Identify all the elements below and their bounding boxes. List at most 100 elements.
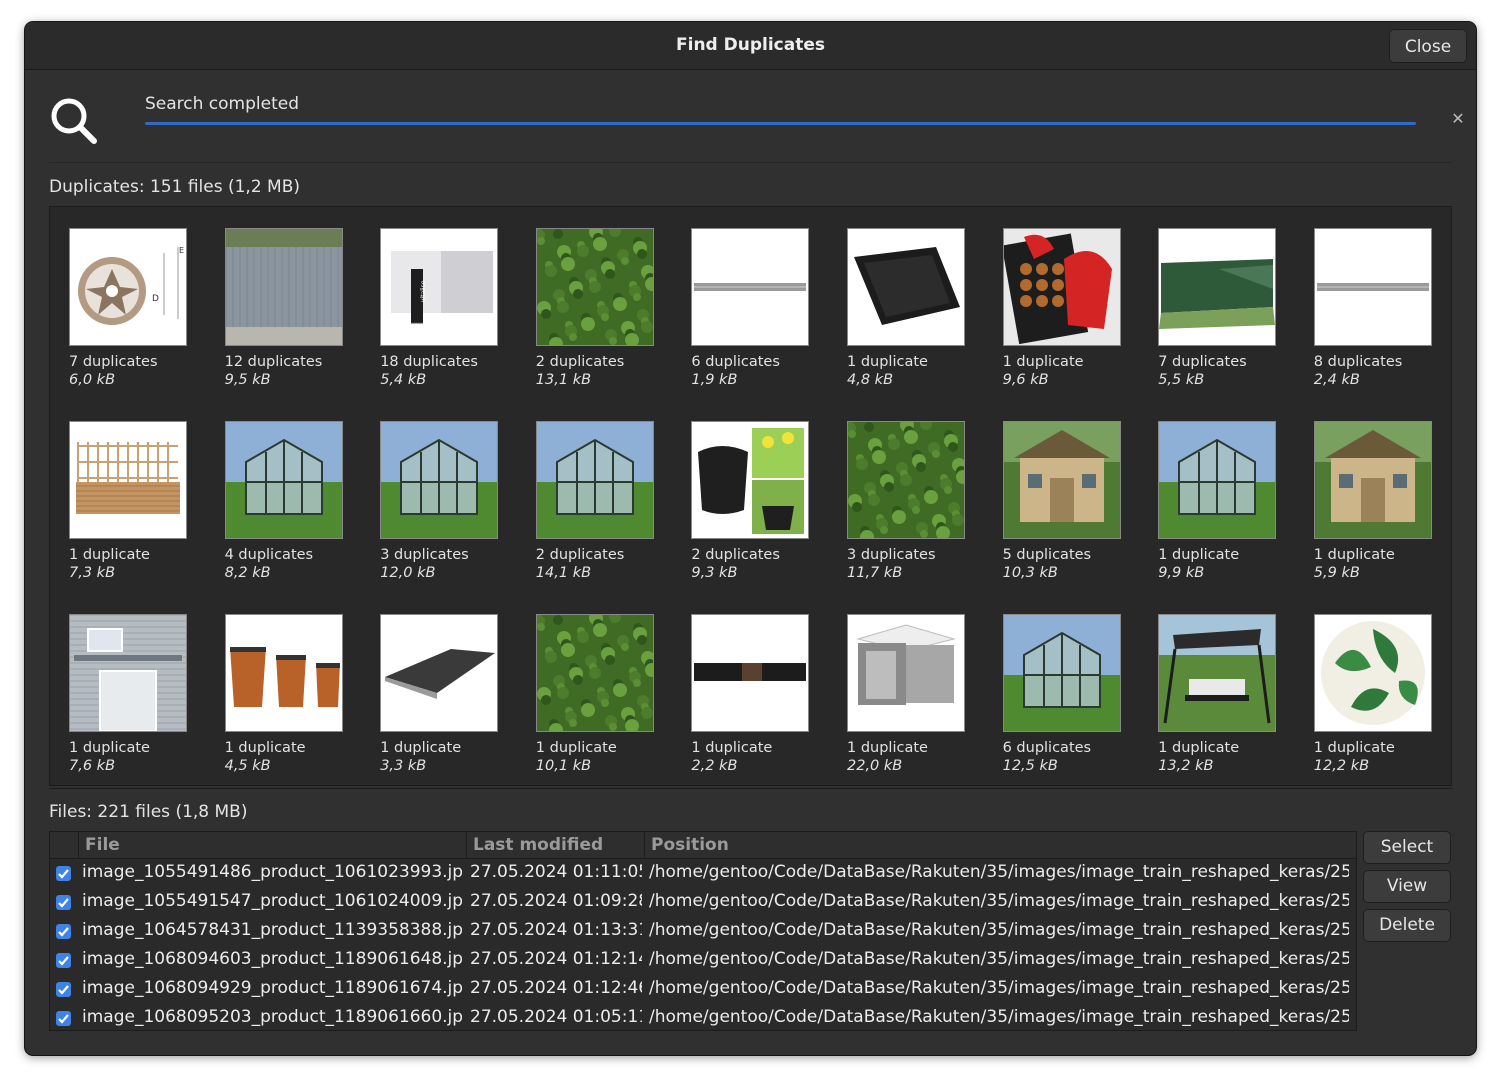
- duplicate-group-tile[interactable]: 2 duplicates 13,1 kB: [535, 228, 676, 388]
- thumbnail-image: [69, 614, 187, 732]
- column-header-last-modified[interactable]: Last modified: [466, 832, 644, 858]
- cell-file: image_1055491547_product_1061024009.jpg: [82, 891, 462, 911]
- duplicate-count: 1 duplicate: [691, 740, 773, 756]
- duplicate-count: 18 duplicates: [380, 354, 478, 370]
- thumbnail-image: [1002, 421, 1121, 539]
- table-row[interactable]: image_1068095203_product_1189061660.jpg 2…: [50, 1004, 1356, 1030]
- duplicate-group-tile[interactable]: 1 duplicate 4,8 kB: [847, 228, 987, 388]
- table-row[interactable]: image_1055491486_product_1061023993.jpg 2…: [50, 859, 1356, 888]
- file-size: 2,2 kB: [691, 758, 738, 774]
- file-size: 6,0 kB: [69, 372, 116, 388]
- column-header-file[interactable]: File: [78, 832, 466, 858]
- duplicate-count: 2 duplicates: [535, 547, 625, 563]
- duplicate-group-tile[interactable]: 1 duplicate 3,3 kB: [380, 614, 520, 774]
- find-duplicates-dialog: Find Duplicates Close Search completed ✕…: [25, 22, 1476, 1055]
- file-size: 12,5 kB: [1002, 758, 1058, 774]
- dialog-title: Find Duplicates: [676, 35, 825, 55]
- column-header-position[interactable]: Position: [644, 832, 1356, 858]
- file-size: 9,3 kB: [691, 565, 738, 581]
- table-row[interactable]: image_1064578431_product_1139358388.jpg 2…: [50, 917, 1356, 946]
- duplicates-grid: D E 7 duplicates 6,0 kB 12 duplicates 9,5 kB v…: [49, 206, 1452, 786]
- thumbnail-image: [1158, 421, 1277, 539]
- svg-text:E: E: [179, 246, 184, 255]
- duplicate-group-tile[interactable]: 1 duplicate 9,6 kB: [1002, 228, 1143, 388]
- cell-file: image_1068095203_product_1189061660.jpg: [82, 1007, 462, 1027]
- cell-modified: 27.05.2024 01:09:28: [470, 891, 642, 911]
- thumbnail-image: vitalise: [380, 228, 499, 346]
- file-size: 8,2 kB: [224, 565, 271, 581]
- duplicate-count: 6 duplicates: [691, 354, 780, 370]
- duplicate-group-tile[interactable]: 5 duplicates 10,3 kB: [1002, 421, 1143, 581]
- duplicate-group-tile[interactable]: 1 duplicate 13,2 kB: [1158, 614, 1298, 774]
- duplicate-count: 1 duplicate: [1002, 354, 1084, 370]
- duplicate-count: 8 duplicates: [1313, 354, 1403, 370]
- duplicate-group-tile[interactable]: 1 duplicate 2,2 kB: [691, 614, 831, 774]
- duplicate-group-tile[interactable]: 6 duplicates 12,5 kB: [1002, 614, 1143, 774]
- svg-text:D: D: [152, 294, 159, 304]
- table-row[interactable]: image_1068094603_product_1189061648.jpg 2…: [50, 946, 1356, 975]
- duplicate-group-tile[interactable]: 8 duplicates 2,4 kB: [1313, 228, 1454, 388]
- duplicate-group-tile[interactable]: 2 duplicates 14,1 kB: [535, 421, 676, 581]
- duplicate-group-tile[interactable]: 12 duplicates 9,5 kB: [224, 228, 365, 388]
- close-button[interactable]: Close: [1389, 29, 1467, 63]
- cell-position: /home/gentoo/Code/DataBase/Rakuten/35/im…: [649, 1007, 1349, 1027]
- duplicate-group-tile[interactable]: 1 duplicate 7,6 kB: [69, 614, 209, 774]
- duplicate-count: 2 duplicates: [535, 354, 625, 370]
- thumbnail-image: [847, 614, 965, 732]
- duplicate-group-tile[interactable]: 1 duplicate 4,5 kB: [224, 614, 365, 774]
- search-progress-bar: [145, 122, 1416, 125]
- thumbnail-image: [691, 228, 810, 346]
- table-row[interactable]: image_1068094929_product_1189061674.jpg 2…: [50, 975, 1356, 1004]
- table-row[interactable]: image_1055491547_product_1061024009.jpg 2…: [50, 888, 1356, 917]
- file-size: 10,1 kB: [535, 758, 592, 774]
- duplicate-group-tile[interactable]: 3 duplicates 11,7 kB: [847, 421, 987, 581]
- thumbnail-image: [224, 228, 343, 346]
- duplicate-count: 1 duplicate: [1158, 740, 1240, 756]
- duplicate-count: 7 duplicates: [69, 354, 158, 370]
- select-button[interactable]: Select: [1363, 831, 1451, 864]
- duplicate-count: 2 duplicates: [691, 547, 780, 563]
- thumbnail-image: [380, 614, 499, 732]
- file-size: 4,5 kB: [224, 758, 271, 774]
- thumbnail-image: [224, 421, 343, 539]
- thumbnail-image: [691, 421, 810, 539]
- duplicate-count: 1 duplicate: [224, 740, 306, 756]
- duplicate-group-tile[interactable]: 1 duplicate 5,9 kB: [1313, 421, 1454, 581]
- duplicate-group-tile[interactable]: 1 duplicate 12,2 kB: [1313, 614, 1454, 774]
- duplicate-group-tile[interactable]: 7 duplicates 5,5 kB: [1158, 228, 1298, 388]
- duplicate-group-tile[interactable]: vitalise 18 duplicates 5,4 kB: [380, 228, 520, 388]
- row-checkbox[interactable]: [56, 895, 71, 910]
- duplicate-count: 1 duplicate: [847, 740, 928, 756]
- duplicate-group-tile[interactable]: 2 duplicates 9,3 kB: [691, 421, 831, 581]
- delete-button[interactable]: Delete: [1363, 909, 1451, 942]
- thumbnail-image: [1002, 614, 1121, 732]
- cell-position: /home/gentoo/Code/DataBase/Rakuten/35/im…: [649, 978, 1349, 998]
- view-button[interactable]: View: [1363, 870, 1451, 903]
- file-size: 22,0 kB: [847, 758, 903, 774]
- thumbnail-image: [1313, 228, 1432, 346]
- duplicate-group-tile[interactable]: 1 duplicate 22,0 kB: [847, 614, 987, 774]
- file-size: 10,3 kB: [1002, 565, 1058, 581]
- row-checkbox[interactable]: [56, 982, 71, 997]
- duplicate-group-tile[interactable]: D E 7 duplicates 6,0 kB: [69, 228, 209, 388]
- row-checkbox[interactable]: [56, 866, 71, 881]
- row-checkbox[interactable]: [56, 1011, 71, 1026]
- duplicate-group-tile[interactable]: 1 duplicate 9,9 kB: [1158, 421, 1298, 581]
- thumbnail-image: [1158, 614, 1277, 732]
- duplicate-group-tile[interactable]: 4 duplicates 8,2 kB: [224, 421, 365, 581]
- duplicate-group-tile[interactable]: 3 duplicates 12,0 kB: [380, 421, 520, 581]
- files-summary: Files: 221 files (1,8 MB): [49, 802, 248, 822]
- row-checkbox[interactable]: [56, 924, 71, 939]
- close-icon[interactable]: ✕: [1451, 111, 1465, 127]
- file-size: 14,1 kB: [535, 565, 592, 581]
- pane-separator[interactable]: [49, 788, 1452, 789]
- row-checkbox[interactable]: [56, 953, 71, 968]
- checkmark-icon: [58, 927, 69, 937]
- file-size: 12,2 kB: [1313, 758, 1370, 774]
- duplicate-group-tile[interactable]: 6 duplicates 1,9 kB: [691, 228, 831, 388]
- cell-position: /home/gentoo/Code/DataBase/Rakuten/35/im…: [649, 891, 1349, 911]
- file-size: 3,3 kB: [380, 758, 427, 774]
- duplicate-group-tile[interactable]: 1 duplicate 10,1 kB: [535, 614, 676, 774]
- duplicate-group-tile[interactable]: 1 duplicate 7,3 kB: [69, 421, 209, 581]
- duplicate-count: 6 duplicates: [1002, 740, 1092, 756]
